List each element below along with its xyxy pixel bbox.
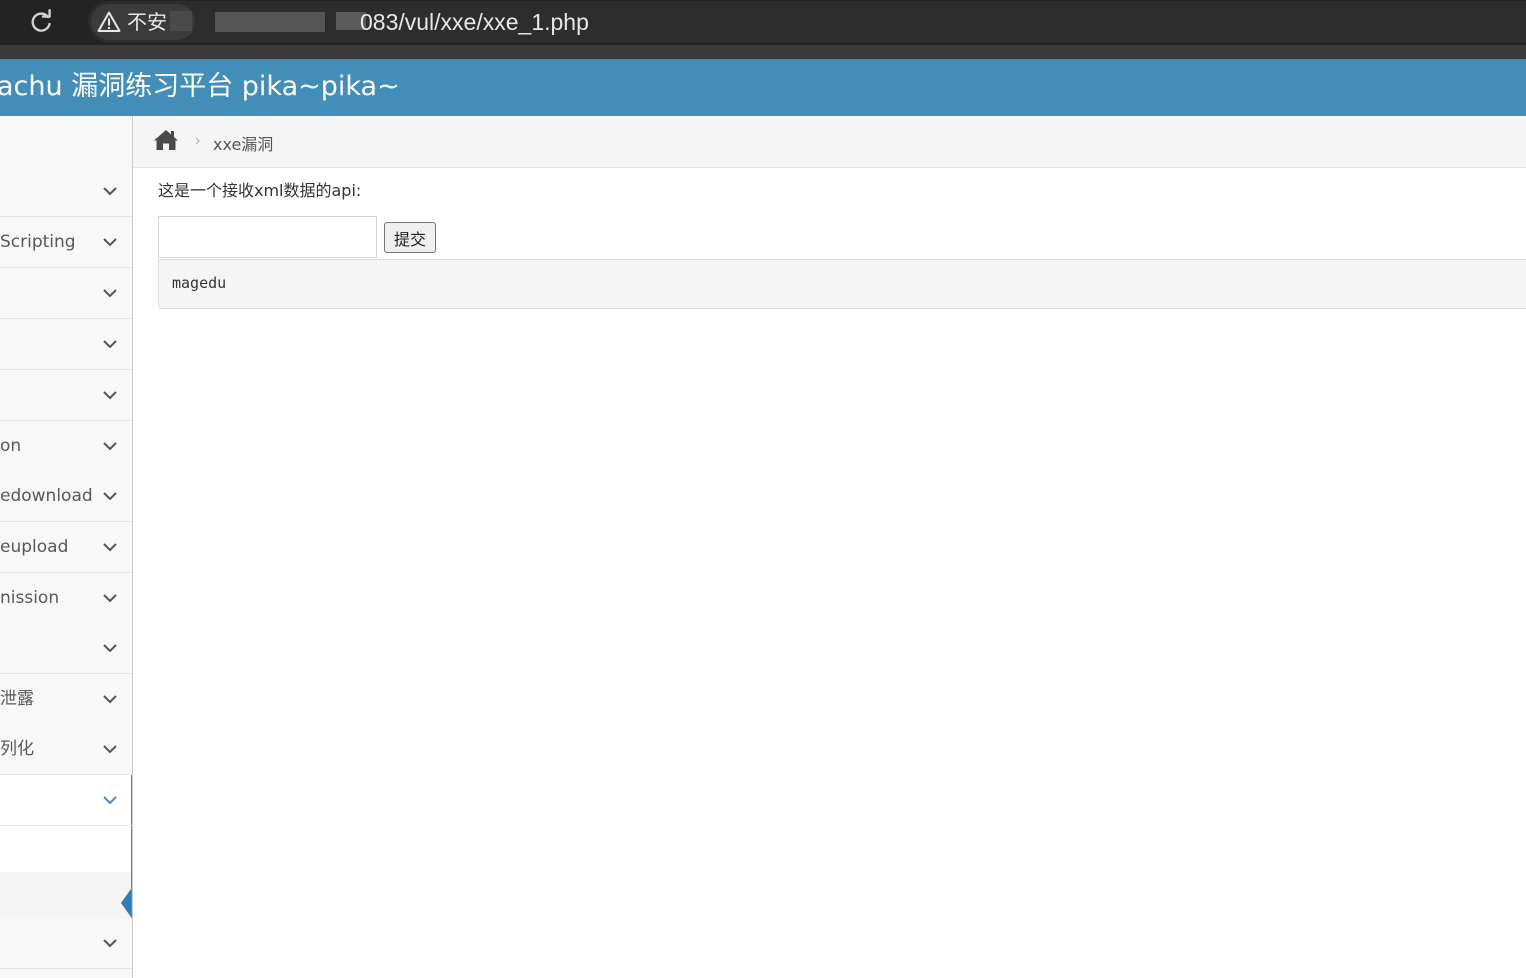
redacted-block xyxy=(215,12,325,32)
app-title[interactable]: achu 漏洞练习平台 pika~pika~ xyxy=(0,70,400,104)
chevron-down-icon xyxy=(103,644,117,653)
browser-toolbar: 不安 083/vul/xxe/xxe_1.php xyxy=(0,0,1526,59)
chevron-down-icon xyxy=(103,939,117,948)
sidebar-item-unserialize[interactable]: 列化 xyxy=(0,724,132,775)
breadcrumb: › xxe漏洞 xyxy=(133,116,1526,168)
sidebar-item[interactable] xyxy=(0,918,132,969)
sidebar-item-label: on xyxy=(0,436,22,456)
sidebar-item-label: nission xyxy=(0,588,60,608)
warning-icon xyxy=(97,11,121,32)
submenu-item-active[interactable] xyxy=(0,872,132,919)
chevron-down-icon xyxy=(103,238,117,247)
chevron-down-icon xyxy=(103,442,117,451)
sidebar-item[interactable] xyxy=(0,319,132,370)
url-text[interactable]: 083/vul/xxe/xxe_1.php xyxy=(360,7,589,37)
chevron-down-icon xyxy=(103,745,117,754)
security-label: 不安 xyxy=(127,10,167,34)
sidebar-item[interactable] xyxy=(0,623,132,674)
sidebar-item-info-leak[interactable]: 泄露 xyxy=(0,674,132,725)
sidebar-item[interactable] xyxy=(0,370,132,421)
sidebar-item-xxe[interactable] xyxy=(0,775,132,826)
sidebar: Scripting on edownload eupload nission 泄… xyxy=(0,116,133,978)
redacted-block xyxy=(170,11,192,31)
breadcrumb-separator: › xyxy=(195,132,201,149)
sidebar-item-label: 列化 xyxy=(0,739,34,759)
sidebar-item[interactable] xyxy=(0,166,132,217)
api-description: 这是一个接收xml数据的api: xyxy=(158,181,362,200)
sidebar-item-fileupload[interactable]: eupload xyxy=(0,522,132,573)
result-text: magedu xyxy=(172,274,227,292)
chevron-down-icon xyxy=(103,492,117,501)
chevron-down-icon xyxy=(103,695,117,704)
home-icon[interactable] xyxy=(153,128,179,152)
sidebar-item-label: eupload xyxy=(0,537,69,557)
sidebar-item[interactable]: on xyxy=(0,421,132,472)
sidebar-item[interactable] xyxy=(0,268,132,319)
reload-icon[interactable] xyxy=(27,8,55,36)
chevron-down-icon xyxy=(103,543,117,552)
sidebar-item-label: 泄露 xyxy=(0,689,34,709)
result-panel: magedu xyxy=(158,259,1526,309)
sidebar-item-xss[interactable]: Scripting xyxy=(0,217,132,268)
sidebar-item-permission[interactable]: nission xyxy=(0,573,132,624)
browser-tab-strip xyxy=(0,45,1526,59)
xml-input[interactable] xyxy=(158,216,377,258)
chevron-down-icon xyxy=(103,289,117,298)
chevron-down-icon xyxy=(103,187,117,196)
chevron-down-icon xyxy=(103,796,117,805)
sidebar-item-filedownload[interactable]: edownload xyxy=(0,471,132,522)
submenu-item[interactable] xyxy=(0,826,132,873)
submit-button[interactable]: 提交 xyxy=(384,222,436,253)
chevron-down-icon xyxy=(103,594,117,603)
chevron-down-icon xyxy=(103,391,117,400)
app-header: achu 漏洞练习平台 pika~pika~ xyxy=(0,59,1526,116)
sidebar-item-label: Scripting xyxy=(0,232,76,252)
chevron-down-icon xyxy=(103,340,117,349)
active-indicator-caret xyxy=(121,889,131,917)
sidebar-item-label: edownload xyxy=(0,486,93,506)
breadcrumb-current: xxe漏洞 xyxy=(213,135,274,154)
